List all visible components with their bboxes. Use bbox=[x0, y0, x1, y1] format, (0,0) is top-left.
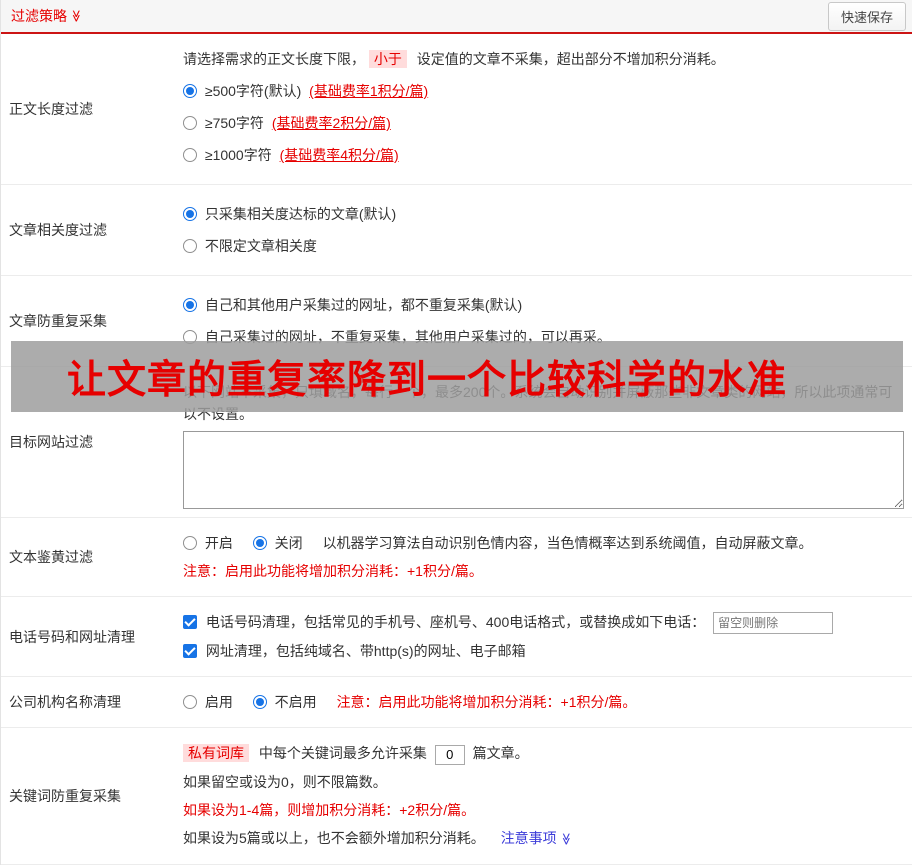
option-fee-text: (基础费率4积分/篇) bbox=[279, 147, 399, 163]
row-keyword-dedup: 关键词防重复采集 私有词库 中每个关键词最多允许采集 篇文章。 如果留空或设为0… bbox=[1, 728, 912, 865]
row-label-company-clean: 公司机构名称清理 bbox=[9, 694, 121, 711]
radio-checked-icon[interactable] bbox=[252, 536, 267, 550]
notes-link-text: 注意事项 bbox=[500, 829, 557, 846]
checkbox-checked-icon[interactable] bbox=[183, 615, 197, 629]
quick-save-button[interactable]: 快速保存 bbox=[827, 1, 906, 31]
option-fee-text: (基础费率2积分/篇) bbox=[271, 115, 391, 131]
keyword-dedup-content: 私有词库 中每个关键词最多允许采集 篇文章。 如果留空或设为0，则不限篇数。 如… bbox=[183, 728, 912, 863]
chevron-down-icon: ≫ bbox=[69, 9, 84, 23]
keyword-dedup-line2: 如果留空或设为0，则不限篇数。 bbox=[183, 773, 387, 790]
radio-option-750-chars[interactable]: ≥750字符 (基础费率2积分/篇) bbox=[183, 112, 904, 134]
radio-option-porn-on[interactable]: 开启 bbox=[183, 535, 237, 551]
radio-option-500-chars[interactable]: ≥500字符(默认) (基础费率1积分/篇) bbox=[183, 80, 904, 102]
option-text: 开启 bbox=[204, 535, 233, 551]
row-label-phone-url-clean: 电话号码和网址清理 bbox=[9, 628, 135, 645]
line1-text: 中每个关键词最多允许采集 bbox=[258, 745, 427, 762]
porn-filter-desc: 以机器学习算法自动识别色情内容，当色情概率达到系统阈值，自动屏蔽文章。 bbox=[322, 535, 813, 551]
radio-unchecked-icon[interactable] bbox=[183, 536, 197, 550]
filter-strategy-page: 过滤策略 ≫ 快速保存 正文长度过滤 请选择需求的正文长度下限， 小于 设定值的… bbox=[0, 0, 912, 865]
radio-checked-icon[interactable] bbox=[252, 695, 267, 710]
notes-link[interactable]: 注意事项 ≫ bbox=[501, 830, 573, 846]
chevron-down-icon: ≫ bbox=[558, 832, 573, 845]
row-label-porn-filter: 文本鉴黄过滤 bbox=[9, 549, 93, 565]
intro-text-after: 设定值的文章不采集，超出部分不增加积分消耗。 bbox=[416, 51, 725, 67]
page-title-text: 过滤策略 bbox=[11, 8, 67, 24]
phone-url-clean-content: 电话号码清理，包括常见的手机号、座机号、400电话格式，或替换成如下电话： 网址… bbox=[183, 597, 912, 676]
radio-option-company-on[interactable]: 启用 bbox=[183, 694, 237, 710]
option-text: 网址清理，包括纯域名、带http(s)的网址、电子邮箱 bbox=[205, 643, 526, 660]
option-text: 只采集相关度达标的文章(默认) bbox=[204, 206, 397, 222]
radio-option-company-off[interactable]: 不启用 bbox=[252, 694, 321, 711]
option-text: ≥1000字符 bbox=[204, 147, 272, 163]
page-title[interactable]: 过滤策略 ≫ bbox=[11, 6, 83, 26]
length-filter-intro: 请选择需求的正文长度下限， 小于 设定值的文章不采集，超出部分不增加积分消耗。 bbox=[183, 48, 904, 70]
row-label-relevance-filter: 文章相关度过滤 bbox=[9, 222, 107, 238]
relevance-filter-content: 只采集相关度达标的文章(默认) 不限定文章相关度 bbox=[183, 185, 912, 275]
row-company-clean: 公司机构名称清理 启用 不启用 注意：启用此功能将增加积分消耗：+1积分/篇。 bbox=[1, 677, 912, 729]
length-filter-content: 请选择需求的正文长度下限， 小于 设定值的文章不采集，超出部分不增加积分消耗。 … bbox=[183, 34, 912, 184]
radio-option-dedup-all-users[interactable]: 自己和其他用户采集过的网址，都不重复采集(默认) bbox=[183, 294, 904, 316]
row-porn-filter: 文本鉴黄过滤 开启 关闭 以机器学习算法自动识别色情内容，当色情概率达到系统阈值… bbox=[1, 518, 912, 597]
keyword-dedup-line3: 如果设为1-4篇，则增加积分消耗：+2积分/篇。 bbox=[183, 801, 476, 818]
option-text: 电话号码清理，包括常见的手机号、座机号、400电话格式，或替换成如下电话： bbox=[205, 614, 706, 630]
row-phone-url-clean: 电话号码和网址清理 电话号码清理，包括常见的手机号、座机号、400电话格式，或替… bbox=[1, 597, 912, 678]
porn-filter-options-line: 开启 关闭 以机器学习算法自动识别色情内容，当色情概率达到系统阈值，自动屏蔽文章… bbox=[183, 532, 904, 554]
porn-filter-content: 开启 关闭 以机器学习算法自动识别色情内容，当色情概率达到系统阈值，自动屏蔽文章… bbox=[183, 518, 912, 596]
keyword-dedup-line1: 私有词库 中每个关键词最多允许采集 篇文章。 bbox=[183, 742, 904, 765]
option-text: 不限定文章相关度 bbox=[204, 238, 317, 254]
line1-text-after: 篇文章。 bbox=[472, 745, 529, 762]
private-lexicon-highlight: 私有词库 bbox=[183, 744, 249, 763]
company-clean-options-line: 启用 不启用 注意：启用此功能将增加积分消耗：+1积分/篇。 bbox=[183, 691, 904, 713]
checkbox-option-url-clean[interactable]: 网址清理，包括纯域名、带http(s)的网址、电子邮箱 bbox=[183, 643, 526, 659]
radio-unchecked-icon[interactable] bbox=[183, 148, 197, 162]
promo-overlay-banner: 让文章的重复率降到一个比较科学的水准 bbox=[11, 341, 903, 412]
checkbox-option-phone-clean[interactable]: 电话号码清理，包括常见的手机号、座机号、400电话格式，或替换成如下电话： bbox=[183, 614, 709, 630]
radio-unchecked-icon[interactable] bbox=[183, 239, 197, 253]
option-text: 关闭 bbox=[274, 535, 303, 551]
line4-text: 如果设为5篇或以上，也不会额外增加积分消耗。 bbox=[183, 829, 485, 846]
radio-option-no-relevance-limit[interactable]: 不限定文章相关度 bbox=[183, 235, 904, 257]
radio-option-relevant-only[interactable]: 只采集相关度达标的文章(默认) bbox=[183, 203, 904, 225]
lessthan-highlight: 小于 bbox=[368, 50, 407, 68]
radio-checked-icon[interactable] bbox=[183, 298, 197, 312]
checkbox-checked-icon[interactable] bbox=[183, 644, 197, 659]
option-text: 自己和其他用户采集过的网址，都不重复采集(默认) bbox=[204, 297, 523, 313]
radio-unchecked-icon[interactable] bbox=[183, 695, 197, 710]
radio-option-porn-off[interactable]: 关闭 bbox=[252, 535, 307, 551]
intro-text-before: 请选择需求的正文长度下限， bbox=[183, 51, 365, 67]
porn-filter-note: 注意：启用此功能将增加积分消耗：+1积分/篇。 bbox=[183, 563, 483, 579]
option-text: ≥750字符 bbox=[204, 115, 264, 131]
radio-option-1000-chars[interactable]: ≥1000字符 (基础费率4积分/篇) bbox=[183, 144, 904, 166]
phone-clean-line: 电话号码清理，包括常见的手机号、座机号、400电话格式，或替换成如下电话： bbox=[183, 611, 904, 635]
radio-checked-icon[interactable] bbox=[183, 207, 197, 221]
topbar: 过滤策略 ≫ 快速保存 bbox=[1, 0, 912, 34]
company-clean-note: 注意：启用此功能将增加积分消耗：+1积分/篇。 bbox=[336, 694, 637, 711]
row-relevance-filter: 文章相关度过滤 只采集相关度达标的文章(默认) 不限定文章相关度 bbox=[1, 185, 912, 276]
keyword-dedup-line4: 如果设为5篇或以上，也不会额外增加积分消耗。 注意事项 ≫ bbox=[183, 827, 904, 850]
row-label-keyword-dedup: 关键词防重复采集 bbox=[9, 787, 121, 804]
url-clean-line: 网址清理，包括纯域名、带http(s)的网址、电子邮箱 bbox=[183, 640, 904, 662]
option-text: 不启用 bbox=[274, 694, 317, 711]
radio-unchecked-icon[interactable] bbox=[183, 116, 197, 130]
option-text: ≥500字符(默认) bbox=[204, 83, 302, 99]
keyword-count-input[interactable] bbox=[434, 744, 465, 765]
company-clean-content: 启用 不启用 注意：启用此功能将增加积分消耗：+1积分/篇。 bbox=[183, 677, 912, 727]
row-length-filter: 正文长度过滤 请选择需求的正文长度下限， 小于 设定值的文章不采集，超出部分不增… bbox=[1, 34, 912, 185]
radio-checked-icon[interactable] bbox=[183, 84, 197, 98]
phone-replace-input[interactable] bbox=[713, 612, 834, 635]
blocked-sites-textarea[interactable] bbox=[183, 431, 904, 509]
option-text: 启用 bbox=[204, 694, 233, 711]
promo-overlay-text: 让文章的重复率降到一个比较科学的水准 bbox=[67, 358, 788, 402]
row-label-length-filter: 正文长度过滤 bbox=[9, 101, 93, 117]
option-fee-text: (基础费率1积分/篇) bbox=[309, 83, 429, 99]
